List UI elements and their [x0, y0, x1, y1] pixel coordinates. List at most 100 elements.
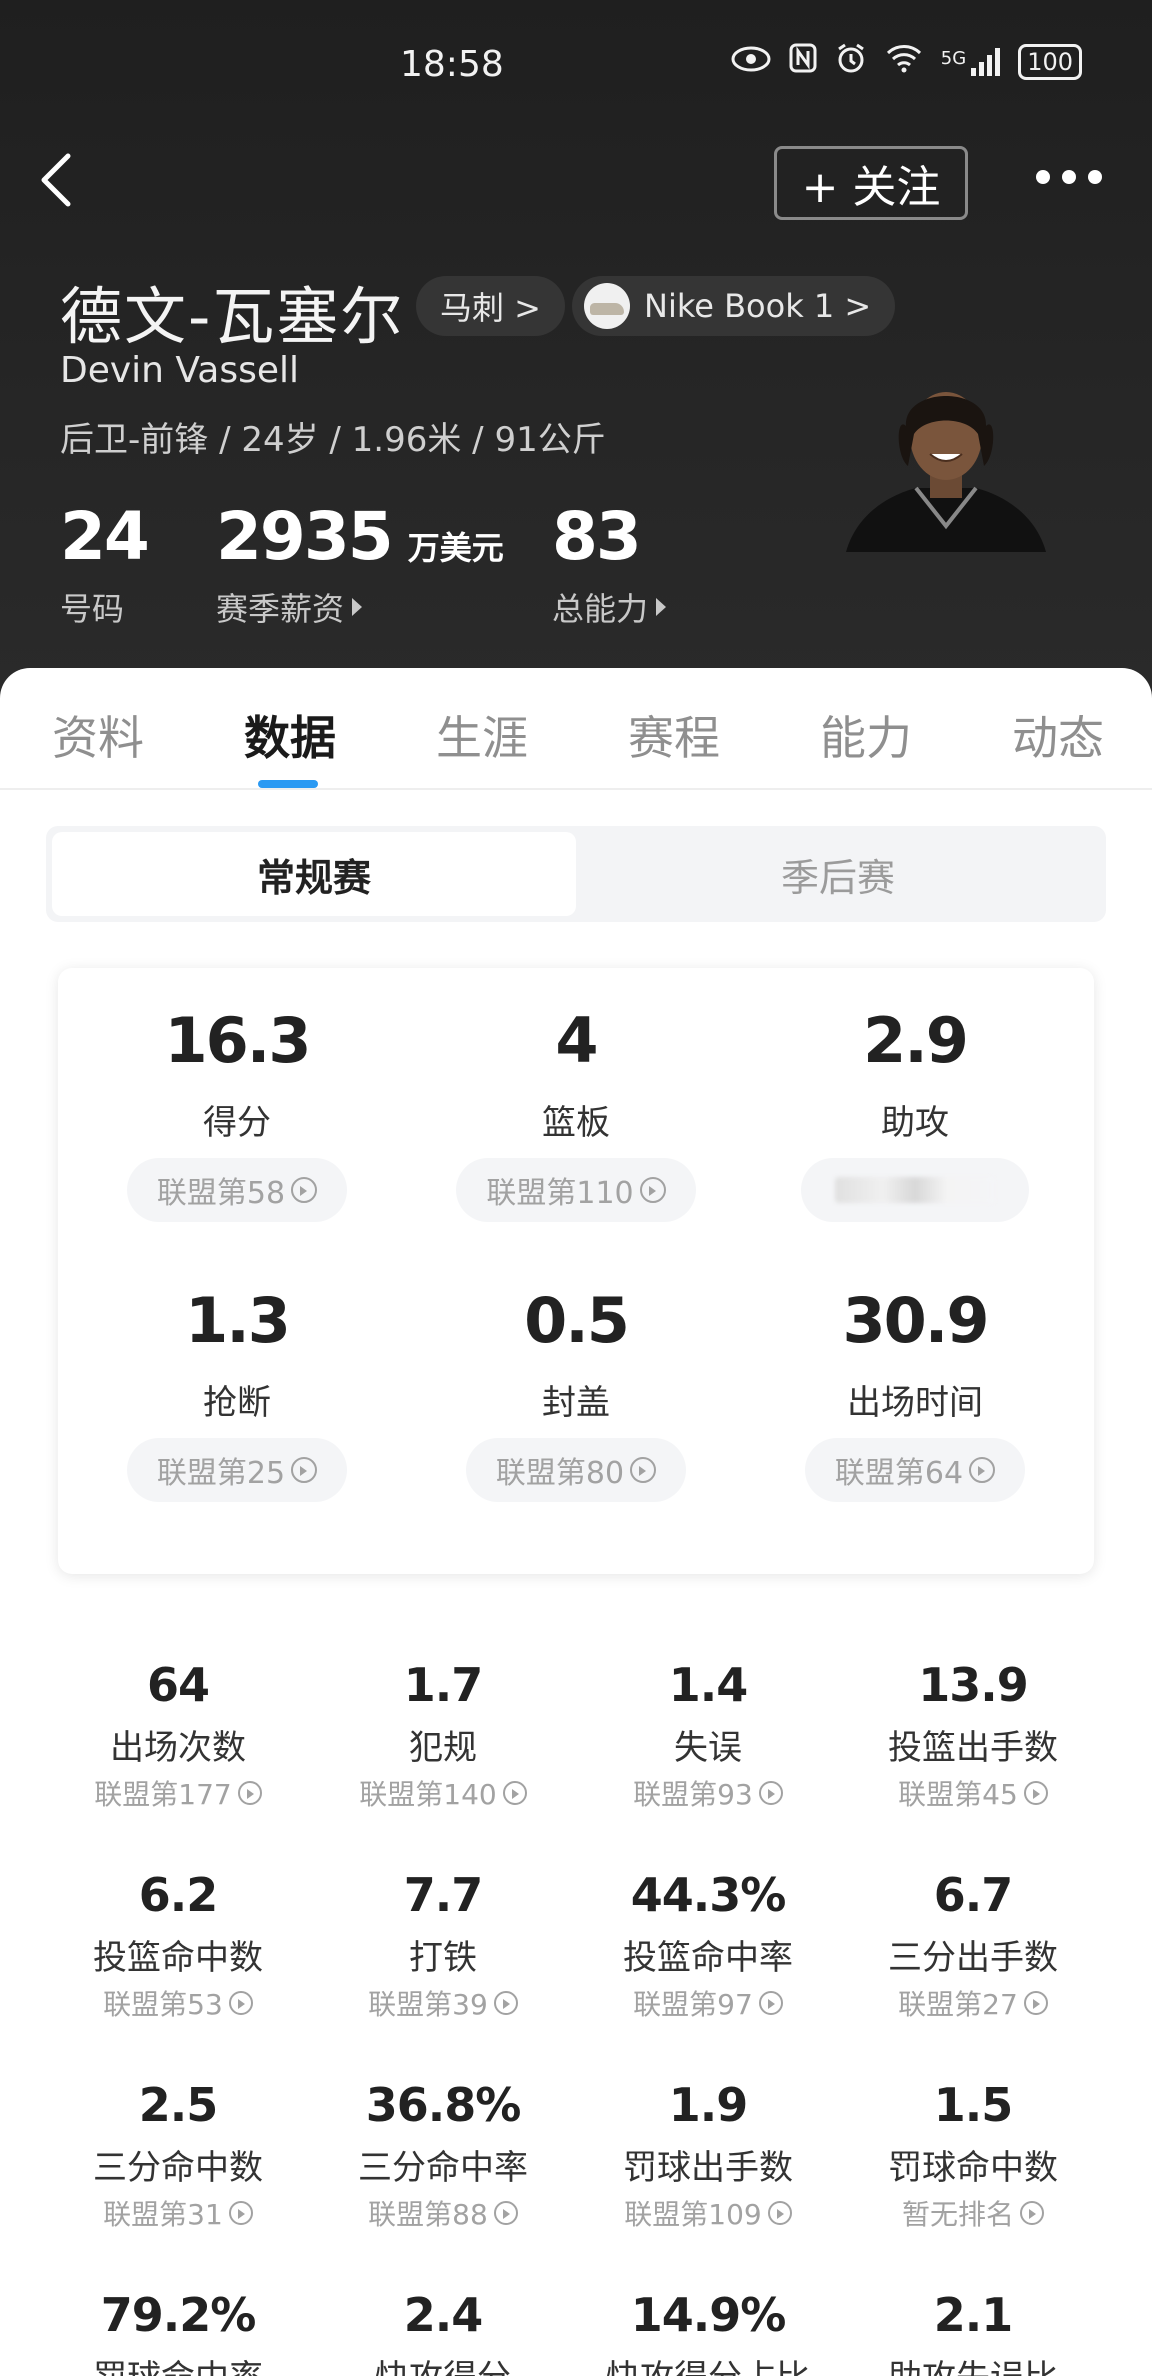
detail-value: 64	[146, 1658, 210, 1712]
detail-stat: 2.5 三分命中数 联盟第31	[48, 2078, 308, 2233]
tab-ability[interactable]: 能力	[820, 702, 912, 768]
rank-text: 联盟第45	[898, 1778, 1018, 1811]
salary-label: 赛季薪资	[216, 590, 345, 628]
detail-stat: 1.9 罚球出手数 联盟第109	[578, 2078, 838, 2233]
detail-label: 投篮命中数	[93, 1938, 263, 1978]
detail-value: 1.9	[668, 2078, 749, 2132]
detail-stat: 6.7 三分出手数 联盟第27	[843, 1868, 1103, 2023]
season-type-toggle: 常规赛 季后赛	[46, 826, 1106, 922]
detail-label: 犯规	[409, 1728, 477, 1768]
salary-link[interactable]: 赛季薪资	[216, 584, 363, 630]
active-tab-indicator	[258, 780, 318, 788]
stats-panel: 资料 数据 生涯 赛程 能力 动态 常规赛 季后赛 16.3 得分 联盟第58 …	[0, 668, 1152, 2376]
stat-cell: 2.9 助攻	[785, 1004, 1045, 1222]
detail-rank[interactable]: 联盟第93	[578, 1773, 838, 1813]
playoffs-button[interactable]: 季后赛	[576, 832, 1100, 916]
rank-pill[interactable]: 联盟第58	[126, 1158, 348, 1222]
team-chip[interactable]: 马刺 >	[416, 276, 565, 336]
detail-stat: 36.8% 三分命中率 联盟第88	[313, 2078, 573, 2233]
stat-value: 30.9	[842, 1284, 990, 1357]
shoe-chip[interactable]: Nike Book 1 >	[572, 276, 896, 336]
rank-text: 联盟第109	[624, 2198, 762, 2231]
back-icon[interactable]	[36, 150, 76, 210]
arrow-circle-icon	[767, 2201, 792, 2225]
stat-cell: 16.3 得分 联盟第58	[107, 1004, 367, 1222]
rank-text: 联盟第93	[633, 1778, 753, 1811]
detail-stat: 6.2 投篮命中数 联盟第53	[48, 1868, 308, 2023]
player-header: 18:58 5G 100 + 关注 德文-瓦塞尔 马刺 > Nike Book …	[0, 0, 1152, 700]
arrow-circle-icon	[1023, 1991, 1048, 2015]
rating-link[interactable]: 总能力	[552, 584, 667, 630]
rank-pill[interactable]: 联盟第25	[126, 1438, 348, 1502]
detail-rank[interactable]: 联盟第140	[313, 1773, 573, 1813]
rank-pill[interactable]: 联盟第110	[456, 1158, 696, 1222]
status-time: 18:58	[400, 44, 504, 85]
signal-icon: 5G	[941, 48, 1001, 76]
tab-schedule[interactable]: 赛程	[628, 702, 720, 768]
detail-label: 助攻失误比	[843, 2350, 1103, 2376]
eye-icon	[731, 45, 771, 80]
rank-text: 联盟第53	[103, 1988, 223, 2021]
rank-pill[interactable]: 联盟第80	[465, 1438, 687, 1502]
stat-cell: 4 篮板 联盟第110	[446, 1004, 706, 1222]
detail-stat: 2.4 快攻得分	[313, 2288, 573, 2376]
regular-season-button[interactable]: 常规赛	[52, 832, 576, 916]
stat-value: 2.9	[863, 1004, 969, 1077]
detail-rank[interactable]: 联盟第88	[313, 2193, 573, 2233]
detail-label: 三分命中数	[93, 2148, 263, 2188]
triangle-right-icon	[656, 598, 667, 616]
arrow-circle-icon	[502, 1781, 527, 1805]
jersey-number: 24	[60, 498, 150, 575]
arrow-circle-icon	[291, 1177, 318, 1203]
detail-rank[interactable]: 联盟第97	[578, 1983, 838, 2023]
detail-value: 6.7	[933, 1868, 1014, 1922]
detail-value: 7.7	[403, 1868, 484, 1922]
detail-stat: 1.4 失误 联盟第93	[578, 1658, 838, 1813]
detail-rank[interactable]: 联盟第31	[48, 2193, 308, 2233]
detail-value: 14.9%	[630, 2288, 787, 2342]
tab-career[interactable]: 生涯	[436, 702, 528, 768]
rank-text: 联盟第27	[898, 1988, 1018, 2021]
detail-rank[interactable]: 暂无排名	[843, 2193, 1103, 2233]
detail-rank[interactable]: 联盟第109	[578, 2193, 838, 2233]
detail-stat: 14.9% 快攻得分占比	[578, 2288, 838, 2376]
shoe-chip-label: Nike Book 1 >	[644, 287, 872, 325]
follow-button[interactable]: + 关注	[774, 146, 968, 220]
arrow-circle-icon	[291, 1457, 318, 1483]
player-stats-page: 18:58 5G 100 + 关注 德文-瓦塞尔 马刺 > Nike Book …	[0, 0, 1152, 2376]
rank-text: 联盟第64	[834, 1456, 964, 1491]
battery-indicator: 100	[1018, 44, 1082, 80]
alarm-icon	[835, 42, 867, 82]
tab-profile[interactable]: 资料	[52, 702, 144, 768]
detail-value: 1.5	[933, 2078, 1014, 2132]
more-icon[interactable]	[1036, 170, 1102, 184]
detail-stat: 64 出场次数 联盟第177	[48, 1658, 308, 1813]
detail-label: 罚球命中数	[888, 2148, 1058, 2188]
tab-stats[interactable]: 数据	[244, 702, 336, 768]
detail-label: 出场次数	[110, 1728, 246, 1768]
detail-label: 投篮出手数	[888, 1728, 1058, 1768]
rank-pill[interactable]: 联盟第64	[804, 1438, 1026, 1502]
detail-rank[interactable]: 联盟第45	[843, 1773, 1103, 1813]
detail-value: 2.4	[403, 2288, 484, 2342]
detail-value: 79.2%	[100, 2288, 257, 2342]
rank-text: 联盟第31	[103, 2198, 223, 2231]
detail-rank[interactable]: 联盟第27	[843, 1983, 1103, 2023]
detail-rank[interactable]: 联盟第177	[48, 1773, 308, 1813]
detail-value: 1.4	[668, 1658, 749, 1712]
detail-label: 罚球命中率	[48, 2350, 308, 2376]
rank-text: 联盟第140	[359, 1778, 497, 1811]
detail-stat: 1.7 犯规 联盟第140	[313, 1658, 573, 1813]
tab-news[interactable]: 动态	[1012, 702, 1104, 768]
player-name-cn: 德文-瓦塞尔	[60, 280, 405, 353]
detail-value: 44.3%	[630, 1868, 787, 1922]
rank-text: 联盟第80	[495, 1456, 625, 1491]
detail-label: 失误	[674, 1728, 742, 1768]
player-avatar	[846, 376, 1046, 552]
detail-label: 快攻得分	[313, 2350, 573, 2376]
detail-stat: 1.5 罚球命中数 暂无排名	[843, 2078, 1103, 2233]
detail-rank[interactable]: 联盟第39	[313, 1983, 573, 2023]
rating-label: 总能力	[552, 590, 649, 628]
detail-rank[interactable]: 联盟第53	[48, 1983, 308, 2023]
stat-cell: 0.5 封盖 联盟第80	[446, 1284, 706, 1502]
